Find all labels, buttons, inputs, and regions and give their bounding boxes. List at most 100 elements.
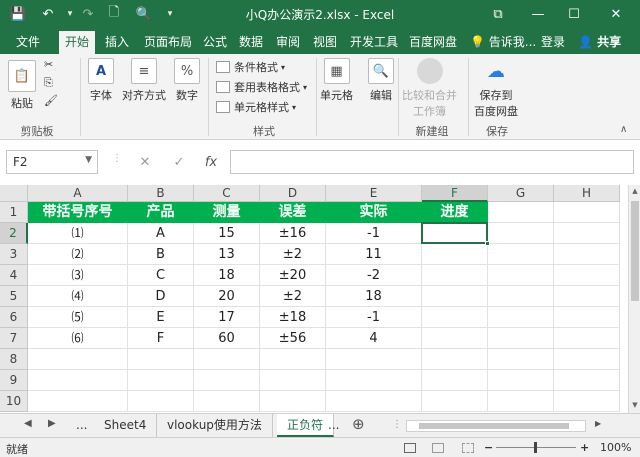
minimize-button[interactable]: —: [524, 4, 552, 24]
table-cell[interactable]: 17: [194, 307, 260, 328]
table-cell[interactable]: [422, 286, 488, 307]
table-cell[interactable]: 13: [194, 244, 260, 265]
grid-cell[interactable]: [422, 391, 488, 412]
formula-input[interactable]: [230, 150, 634, 174]
scroll-right-icon[interactable]: ▶: [595, 419, 601, 428]
grid-cell[interactable]: [488, 286, 554, 307]
compare-merge-button[interactable]: 比较和合并 工作簿: [402, 58, 457, 119]
tab-split-grip[interactable]: ⋮: [392, 419, 402, 430]
normal-view-icon[interactable]: [404, 443, 416, 453]
table-cell[interactable]: 18: [326, 286, 422, 307]
table-cell[interactable]: -1: [326, 223, 422, 244]
tab-home[interactable]: 开始: [59, 31, 96, 54]
grid-cell[interactable]: [554, 370, 620, 391]
grid-cell[interactable]: [260, 370, 326, 391]
table-cell[interactable]: 11: [326, 244, 422, 265]
row-header-4[interactable]: 4: [0, 265, 28, 286]
grid-cell[interactable]: [554, 202, 620, 223]
zoom-in-button[interactable]: +: [580, 441, 589, 454]
table-cell[interactable]: 4: [326, 328, 422, 349]
grid-cell[interactable]: [554, 328, 620, 349]
save-icon[interactable]: 💾: [8, 4, 28, 24]
table-cell[interactable]: -1: [326, 307, 422, 328]
table-cell[interactable]: 20: [194, 286, 260, 307]
formula-bar-grip[interactable]: ⋮: [112, 153, 122, 164]
number-button[interactable]: % 数字: [174, 58, 200, 103]
row-header-2[interactable]: 2: [0, 223, 28, 244]
tab-data[interactable]: 数据: [233, 31, 269, 54]
zoom-level[interactable]: 100%: [600, 441, 631, 454]
table-cell[interactable]: ⑹: [28, 328, 128, 349]
grid-cell[interactable]: [28, 370, 128, 391]
horizontal-scroll-thumb[interactable]: [419, 423, 569, 429]
zoom-out-button[interactable]: −: [484, 441, 493, 454]
insert-function-button[interactable]: fx: [198, 150, 224, 174]
grid-cell[interactable]: [28, 349, 128, 370]
table-cell[interactable]: A: [128, 223, 194, 244]
sheet-tab-more-right[interactable]: ...: [318, 414, 349, 437]
table-header-cell[interactable]: 带括号序号: [28, 202, 128, 223]
table-header-cell[interactable]: 实际: [326, 202, 422, 223]
cells-button[interactable]: ▦ 单元格: [320, 58, 353, 103]
grid-cell[interactable]: [326, 391, 422, 412]
grid-cell[interactable]: [422, 349, 488, 370]
grid-cell[interactable]: [422, 370, 488, 391]
grid-cell[interactable]: [488, 265, 554, 286]
grid-cell[interactable]: [554, 307, 620, 328]
column-header-b[interactable]: B: [128, 185, 194, 202]
page-break-view-icon[interactable]: [462, 443, 474, 453]
grid-cell[interactable]: [554, 223, 620, 244]
scroll-up-icon[interactable]: ▲: [629, 185, 640, 197]
table-cell[interactable]: C: [128, 265, 194, 286]
table-cell[interactable]: D: [128, 286, 194, 307]
save-to-baidu-button[interactable]: ☁ 保存到 百度网盘: [474, 58, 518, 119]
next-sheet-icon[interactable]: ▶: [48, 418, 56, 429]
grid-cell[interactable]: [554, 286, 620, 307]
grid-cell[interactable]: [488, 202, 554, 223]
table-cell[interactable]: ±2: [260, 244, 326, 265]
column-header-e[interactable]: E: [326, 185, 422, 202]
select-all-corner[interactable]: [0, 185, 28, 202]
table-cell[interactable]: [422, 328, 488, 349]
tab-view[interactable]: 视图: [307, 31, 343, 54]
table-header-cell[interactable]: 进度: [422, 202, 488, 223]
table-cell[interactable]: F: [128, 328, 194, 349]
table-cell[interactable]: [422, 244, 488, 265]
collapse-ribbon-icon[interactable]: ∧: [620, 124, 627, 135]
grid-cell[interactable]: [194, 349, 260, 370]
print-preview-icon[interactable]: 🔍: [134, 4, 154, 24]
fill-handle[interactable]: [485, 241, 490, 246]
cancel-formula-button[interactable]: ✕: [132, 150, 158, 174]
grid-cell[interactable]: [128, 370, 194, 391]
cell-style-button[interactable]: 单元格样式 ▾: [216, 98, 296, 116]
row-header-5[interactable]: 5: [0, 286, 28, 307]
table-cell[interactable]: ⑴: [28, 223, 128, 244]
name-box[interactable]: F2 ▼: [6, 150, 98, 174]
row-header-9[interactable]: 9: [0, 370, 28, 391]
paste-button[interactable]: 📋 粘贴: [8, 60, 36, 111]
edit-button[interactable]: 🔍 编辑: [368, 58, 394, 103]
table-cell[interactable]: [422, 265, 488, 286]
sheet-tab-vlookup[interactable]: vlookup使用方法: [157, 414, 273, 437]
table-cell[interactable]: ±2: [260, 286, 326, 307]
sheet-tab-sheet4[interactable]: Sheet4: [94, 414, 158, 437]
ribbon-display-options-icon[interactable]: ⧉: [484, 4, 512, 24]
tab-page-layout[interactable]: 页面布局: [138, 31, 198, 54]
page-layout-view-icon[interactable]: [432, 443, 444, 453]
tab-insert[interactable]: 插入: [99, 31, 135, 54]
grid-cell[interactable]: [488, 349, 554, 370]
enter-formula-button[interactable]: ✓: [166, 150, 192, 174]
table-cell[interactable]: ⑷: [28, 286, 128, 307]
grid-cell[interactable]: [488, 391, 554, 412]
column-header-h[interactable]: H: [554, 185, 620, 202]
table-cell[interactable]: -2: [326, 265, 422, 286]
customize-quick-access-icon[interactable]: ▾: [160, 4, 180, 24]
table-cell[interactable]: ⑸: [28, 307, 128, 328]
grid-cell[interactable]: [260, 391, 326, 412]
horizontal-scrollbar[interactable]: [406, 420, 586, 432]
table-cell[interactable]: ⑶: [28, 265, 128, 286]
grid-cell[interactable]: [326, 349, 422, 370]
table-cell[interactable]: E: [128, 307, 194, 328]
grid-cell[interactable]: [488, 223, 554, 244]
tab-review[interactable]: 审阅: [270, 31, 306, 54]
